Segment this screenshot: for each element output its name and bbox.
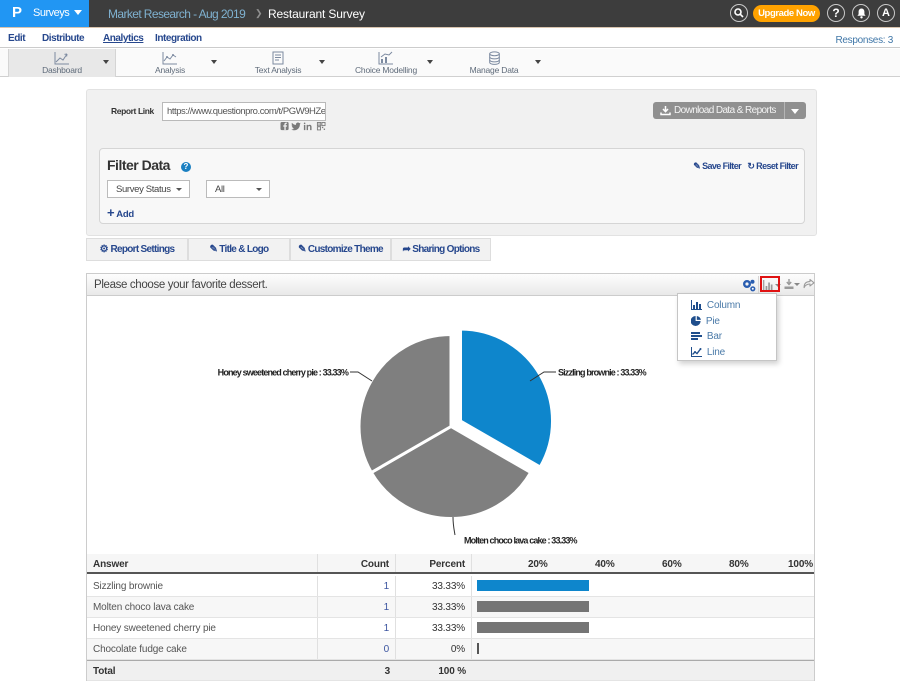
svg-text:Sizzling brownie : 33.33%: Sizzling brownie : 33.33%: [558, 368, 647, 378]
svg-text:Honey sweetened cherry pie : 3: Honey sweetened cherry pie : 33.33%: [218, 368, 349, 378]
svg-text:Molten choco lava cake : 33.33: Molten choco lava cake : 33.33%: [464, 536, 578, 546]
